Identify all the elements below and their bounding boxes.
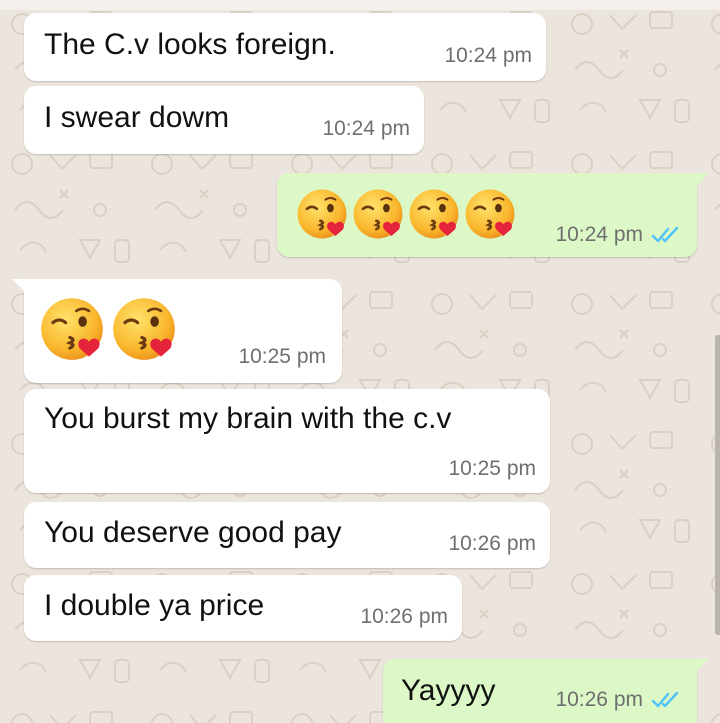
face-throwing-kiss-icon: [111, 296, 177, 362]
message-time: 10:25 pm: [448, 457, 536, 480]
message-meta: 10:26 pm: [360, 605, 448, 629]
incoming-message[interactable]: The C.v looks foreign. 10:24 pm: [24, 13, 546, 81]
chat-area[interactable]: The C.v looks foreign. 10:24 pm I swear …: [0, 0, 720, 723]
message-meta: 10:24 pm: [322, 117, 410, 141]
message-meta: 10:24 pm: [555, 223, 681, 247]
message-text: Yayyyy: [401, 674, 496, 707]
message-time: 10:24 pm: [555, 223, 643, 246]
double-check-read-icon: [651, 226, 679, 243]
face-throwing-kiss-icon: [464, 188, 516, 240]
bubble-tail: [695, 659, 709, 673]
outgoing-message[interactable]: Yayyyy 10:26 pm: [383, 659, 709, 723]
emoji-row: [295, 187, 519, 241]
message-text: You deserve good pay: [44, 516, 342, 549]
message-text: The C.v looks foreign.: [44, 28, 336, 61]
bubble-tail: [12, 279, 26, 293]
message-meta: 10:26 pm: [555, 688, 681, 712]
emoji-row: [38, 295, 180, 363]
message-meta: 10:25 pm: [448, 457, 536, 481]
incoming-message[interactable]: I swear dowm 10:24 pm: [24, 86, 424, 154]
incoming-message[interactable]: 10:25 pm: [12, 279, 342, 383]
message-time: 10:26 pm: [448, 532, 536, 555]
message-meta: 10:25 pm: [238, 345, 326, 369]
bubble-tail: [695, 173, 709, 187]
incoming-message[interactable]: You deserve good pay 10:26 pm: [24, 502, 550, 568]
message-time: 10:24 pm: [444, 44, 532, 67]
message-meta: 10:26 pm: [448, 532, 536, 556]
face-throwing-kiss-icon: [296, 188, 348, 240]
face-throwing-kiss-icon: [39, 296, 105, 362]
outgoing-message[interactable]: 10:24 pm: [277, 173, 709, 257]
incoming-message[interactable]: I double ya price 10:26 pm: [24, 575, 462, 641]
message-meta: 10:24 pm: [444, 44, 532, 68]
message-text: I double ya price: [44, 589, 265, 622]
face-throwing-kiss-icon: [408, 188, 460, 240]
scrollbar[interactable]: [715, 335, 720, 635]
face-throwing-kiss-icon: [352, 188, 404, 240]
message-time: 10:25 pm: [238, 345, 326, 368]
top-edge: [0, 0, 720, 10]
message-time: 10:24 pm: [322, 117, 410, 140]
message-text: I swear dowm: [44, 101, 230, 134]
double-check-read-icon: [651, 691, 679, 708]
message-text: You burst my brain with the c.v: [44, 402, 452, 435]
incoming-message[interactable]: You burst my brain with the c.v 10:25 pm: [24, 389, 550, 493]
message-time: 10:26 pm: [555, 688, 643, 711]
message-time: 10:26 pm: [360, 605, 448, 628]
